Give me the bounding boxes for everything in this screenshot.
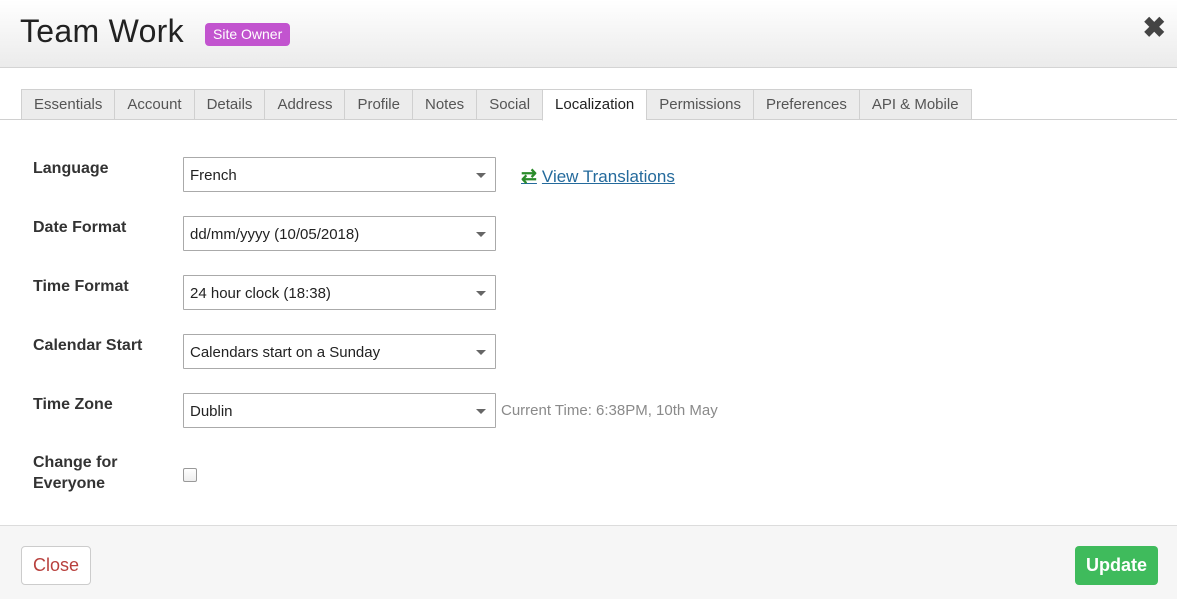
chevron-down-icon — [476, 409, 486, 414]
change-for-everyone-checkbox[interactable] — [183, 468, 197, 482]
time-zone-select[interactable]: Dublin — [183, 393, 496, 428]
tab-social[interactable]: Social — [476, 89, 543, 120]
date-format-select[interactable]: dd/mm/yyyy (10/05/2018) — [183, 216, 496, 251]
tab-preferences[interactable]: Preferences — [752, 89, 859, 120]
change-for-everyone-label: Change for Everyone — [33, 452, 117, 494]
tab-permissions[interactable]: Permissions — [646, 89, 753, 120]
modal-footer: Close Update — [0, 525, 1177, 599]
tab-address[interactable]: Address — [264, 89, 345, 120]
tab-account[interactable]: Account — [114, 89, 194, 120]
tab-api-mobile[interactable]: API & Mobile — [858, 89, 972, 120]
time-format-value: 24 hour clock (18:38) — [190, 285, 331, 302]
calendar-start-select[interactable]: Calendars start on a Sunday — [183, 334, 496, 369]
chevron-down-icon — [476, 350, 486, 355]
time-zone-label: Time Zone — [33, 396, 113, 413]
role-badge: Site Owner — [205, 23, 291, 46]
modal-header: Team Work Site Owner ✖ — [0, 0, 1177, 68]
calendar-start-label: Calendar Start — [33, 337, 143, 354]
view-translations-label: View Translations — [541, 166, 675, 186]
time-format-select[interactable]: 24 hour clock (18:38) — [183, 275, 496, 310]
change-for-everyone-label-line1: Change for — [33, 454, 118, 471]
current-time-hint: Current Time: 6:38PM, 10th May — [501, 402, 718, 419]
chevron-down-icon — [476, 173, 486, 178]
tab-notes[interactable]: Notes — [412, 89, 477, 120]
tab-essentials[interactable]: Essentials — [21, 89, 115, 120]
tab-details[interactable]: Details — [193, 89, 265, 120]
tab-localization[interactable]: Localization — [542, 89, 647, 121]
close-icon[interactable]: ✖ — [1143, 14, 1166, 42]
date-format-label: Date Format — [33, 219, 127, 236]
view-translations-link[interactable]: ⇄ View Translations — [521, 165, 675, 188]
tab-profile[interactable]: Profile — [344, 89, 412, 120]
language-select[interactable]: French — [183, 157, 496, 192]
date-format-value: dd/mm/yyyy (10/05/2018) — [190, 226, 360, 243]
chevron-down-icon — [476, 232, 486, 237]
change-for-everyone-label-line2: Everyone — [33, 475, 106, 492]
modal-title: Team Work — [20, 13, 184, 49]
chevron-down-icon — [476, 291, 486, 296]
time-zone-value: Dublin — [190, 403, 233, 420]
update-button[interactable]: Update — [1075, 546, 1158, 585]
swap-arrows-icon: ⇄ — [521, 166, 537, 187]
language-value: French — [190, 167, 237, 184]
time-format-label: Time Format — [33, 278, 129, 295]
tab-bar: Essentials Account Details Address Profi… — [21, 89, 972, 121]
calendar-start-value: Calendars start on a Sunday — [190, 344, 381, 361]
language-label: Language — [33, 160, 109, 177]
close-button[interactable]: Close — [21, 546, 91, 585]
